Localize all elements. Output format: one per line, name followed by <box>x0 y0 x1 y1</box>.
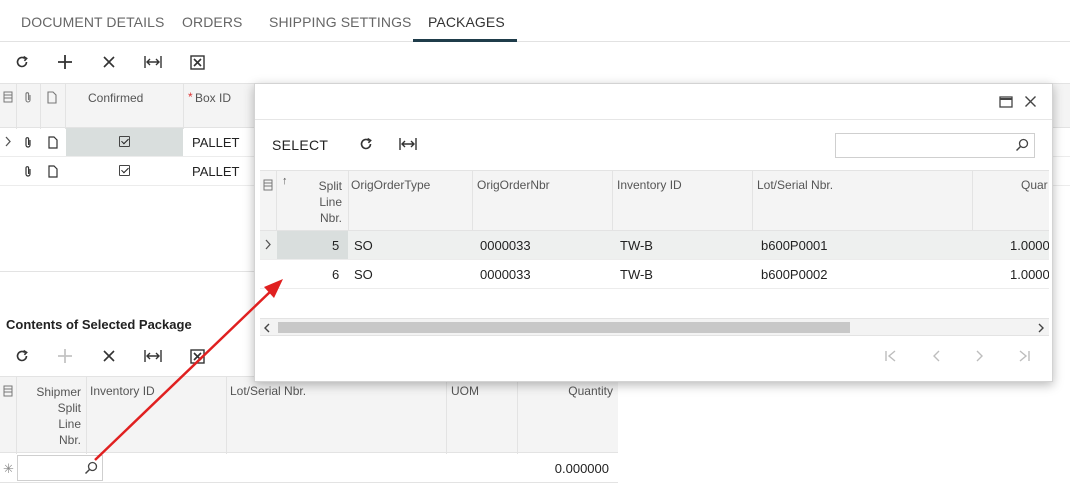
lot-serial-cell[interactable]: b600P0002 <box>761 267 828 282</box>
attachment-icon[interactable] <box>23 165 33 181</box>
box-id-column-header[interactable]: Box ID <box>195 91 231 105</box>
inventory-id-input[interactable] <box>17 455 103 481</box>
close-icon[interactable] <box>1024 95 1037 111</box>
orig-order-nbr-cell[interactable]: 0000033 <box>480 238 531 253</box>
confirmed-checkbox[interactable] <box>119 136 130 147</box>
quantity-cell[interactable]: 0.000000 <box>555 461 609 476</box>
inventory-id-column-header[interactable]: Inventory ID <box>617 178 682 192</box>
confirmed-checkbox[interactable] <box>119 165 130 176</box>
dialog-grid-row[interactable]: 6 SO 0000033 TW-B b600P0002 1.0000 <box>260 260 1049 289</box>
dialog-grid-header: ↑ Split Line Nbr. OrigOrderType OrigOrde… <box>260 170 1049 231</box>
export-excel-icon[interactable] <box>187 346 207 366</box>
refresh-icon[interactable] <box>12 346 32 366</box>
tab-bar: DOCUMENT DETAILS ORDERS SHIPPING SETTING… <box>0 0 1070 42</box>
row-expand-chevron-icon[interactable] <box>264 239 272 253</box>
fit-to-screen-icon[interactable] <box>143 52 163 72</box>
row-selector-icon <box>263 179 273 194</box>
lot-serial-column-header[interactable]: Lot/Serial Nbr. <box>230 384 306 398</box>
required-marker: * <box>188 90 193 104</box>
attachment-icon[interactable] <box>23 136 33 152</box>
lookup-search-icon[interactable] <box>84 461 98 478</box>
add-row-icon[interactable] <box>55 52 75 72</box>
refresh-icon[interactable] <box>12 52 32 72</box>
row-selector-icon <box>3 385 13 400</box>
scroll-left-icon[interactable] <box>263 322 271 336</box>
search-icon[interactable] <box>1015 138 1029 155</box>
first-page-icon[interactable] <box>884 350 898 365</box>
last-page-icon[interactable] <box>1017 350 1031 365</box>
next-page-icon[interactable] <box>975 350 985 365</box>
fit-to-screen-icon[interactable] <box>399 137 417 154</box>
dialog-grid-row[interactable]: 5 SO 0000033 TW-B b600P0001 1.0000 <box>260 231 1049 260</box>
previous-page-icon[interactable] <box>931 350 941 365</box>
split-line-cell[interactable]: 6 <box>332 267 339 282</box>
row-selector-icon <box>3 91 13 106</box>
quantity-cell[interactable]: 1.0000 <box>1010 267 1049 282</box>
contents-new-row[interactable]: ✳ 0.000000 <box>0 453 618 483</box>
tab-packages[interactable]: PACKAGES <box>428 14 505 30</box>
inventory-id-column-header[interactable]: Inventory ID <box>90 384 155 398</box>
dialog-title-bar <box>255 84 1052 120</box>
scroll-right-icon[interactable] <box>1037 322 1045 336</box>
active-tab-indicator <box>413 39 517 42</box>
box-id-cell[interactable]: PALLET <box>192 135 239 150</box>
note-column-icon <box>47 91 57 107</box>
inventory-id-cell[interactable]: TW-B <box>620 267 653 282</box>
note-icon[interactable] <box>48 136 58 152</box>
lot-serial-cell[interactable]: b600P0001 <box>761 238 828 253</box>
shipment-split-line-header[interactable]: Shipmer Split Line Nbr. <box>20 384 81 448</box>
uom-column-header[interactable]: UOM <box>451 384 479 398</box>
tab-orders[interactable]: ORDERS <box>182 14 243 30</box>
attachment-column-icon <box>23 91 33 107</box>
fit-to-screen-icon[interactable] <box>143 346 163 366</box>
tab-shipping-settings[interactable]: SHIPPING SETTINGS <box>269 14 412 30</box>
orig-order-type-cell[interactable]: SO <box>354 267 373 282</box>
refresh-icon[interactable] <box>358 136 374 155</box>
lot-serial-column-header[interactable]: Lot/Serial Nbr. <box>757 178 833 192</box>
row-expand-chevron-icon[interactable] <box>4 136 12 150</box>
tab-document-details[interactable]: DOCUMENT DETAILS <box>21 14 164 30</box>
contents-grid-header: Shipmer Split Line Nbr. Inventory ID Lot… <box>0 376 618 454</box>
dialog-search-input[interactable] <box>835 133 1035 158</box>
orig-order-type-cell[interactable]: SO <box>354 238 373 253</box>
contents-section-title: Contents of Selected Package <box>6 317 192 332</box>
orig-order-type-column-header[interactable]: OrigOrderType <box>351 178 430 192</box>
sort-ascending-icon[interactable]: ↑ <box>282 175 288 187</box>
add-row-icon <box>55 346 75 366</box>
orig-order-nbr-column-header[interactable]: OrigOrderNbr <box>477 178 550 192</box>
note-icon[interactable] <box>48 165 58 181</box>
maximize-icon[interactable] <box>999 96 1013 111</box>
quantity-cell[interactable]: 1.0000 <box>1010 238 1049 253</box>
inventory-id-cell[interactable]: TW-B <box>620 238 653 253</box>
quantity-column-header[interactable]: Quar <box>1021 178 1048 192</box>
box-id-cell[interactable]: PALLET <box>192 164 239 179</box>
split-line-nbr-header[interactable]: Split Line Nbr. <box>290 178 342 226</box>
delete-row-icon[interactable] <box>99 346 119 366</box>
grid-bottom-divider <box>0 271 254 272</box>
new-row-asterisk-icon: ✳ <box>3 461 14 476</box>
horizontal-scrollbar[interactable] <box>260 318 1049 336</box>
export-excel-icon[interactable] <box>187 52 207 72</box>
delete-row-icon[interactable] <box>99 52 119 72</box>
confirmed-column-header[interactable]: Confirmed <box>88 91 143 105</box>
split-line-cell[interactable]: 5 <box>332 238 339 253</box>
select-button[interactable]: SELECT <box>272 137 328 153</box>
orig-order-nbr-cell[interactable]: 0000033 <box>480 267 531 282</box>
lookup-dialog: SELECT ↑ Split Line Nbr. OrigOrderType O… <box>254 83 1053 382</box>
quantity-column-header[interactable]: Quantity <box>568 384 613 398</box>
scrollbar-thumb[interactable] <box>278 322 850 333</box>
